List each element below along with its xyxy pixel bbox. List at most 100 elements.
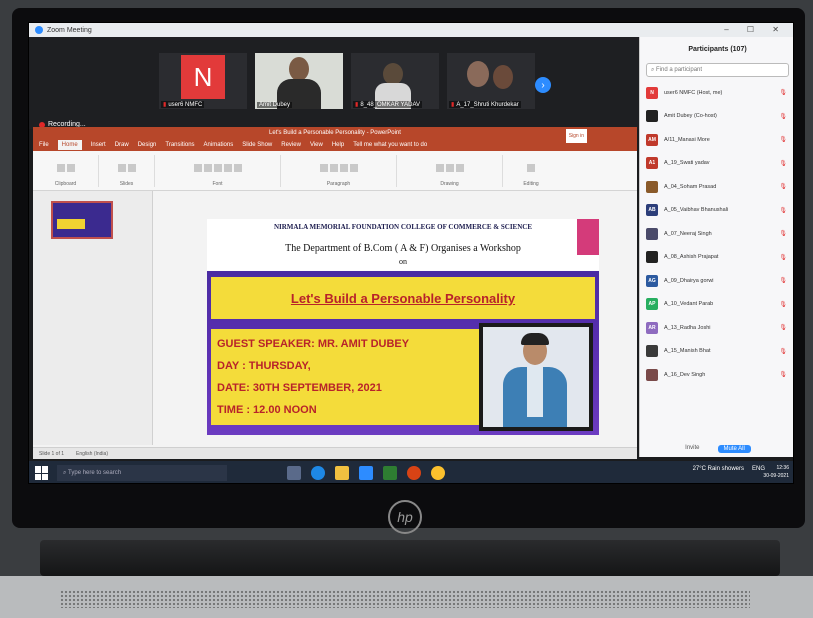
avatar: N bbox=[646, 86, 658, 99]
participant-row[interactable]: AB A_05_Vaibhav Bhanushali 🎙 bbox=[640, 199, 793, 223]
mic-muted-icon[interactable]: 🎙 bbox=[779, 160, 789, 167]
participant-row[interactable]: Amit Dubey (Co-host) 🎙 bbox=[640, 105, 793, 129]
chrome-icon[interactable] bbox=[431, 466, 445, 480]
participant-row[interactable]: AM A/11_Manasi More 🎙 bbox=[640, 128, 793, 152]
mic-muted-icon[interactable]: 🎙 bbox=[779, 254, 789, 261]
tell-me-input[interactable]: Tell me what you want to do bbox=[353, 142, 427, 148]
ribbon-group-clipboard[interactable]: Clipboard bbox=[39, 155, 99, 187]
participant-row[interactable]: A_07_Neeraj Singh 🎙 bbox=[640, 222, 793, 246]
window-controls[interactable]: – ☐ ✕ bbox=[724, 25, 787, 34]
ribbon-group-slides[interactable]: Slides bbox=[105, 155, 155, 187]
tab-animations[interactable]: Animations bbox=[204, 142, 234, 148]
task-view-icon[interactable] bbox=[287, 466, 301, 480]
mic-muted-icon[interactable]: 🎙 bbox=[779, 348, 789, 355]
search-placeholder: Type here to search bbox=[68, 470, 122, 476]
tab-slide-show[interactable]: Slide Show bbox=[242, 142, 272, 148]
mic-muted-icon: ▮ bbox=[451, 102, 455, 108]
slide-canvas[interactable]: NIRMALA MEMORIAL FOUNDATION COLLEGE OF C… bbox=[207, 219, 599, 435]
file-explorer-icon[interactable] bbox=[335, 466, 349, 480]
store-icon[interactable] bbox=[359, 466, 373, 480]
mic-muted-icon[interactable]: 🎙 bbox=[779, 136, 789, 143]
language: English (India) bbox=[76, 450, 108, 457]
participant-row[interactable]: AG A_09_Dhairya gorwi 🎙 bbox=[640, 269, 793, 293]
participant-row[interactable]: Nuser6 NMFC (Host, me) 🎙 bbox=[640, 81, 793, 105]
mute-all-button[interactable]: Mute All bbox=[717, 445, 751, 453]
mic-muted-icon[interactable]: 🎙 bbox=[779, 183, 789, 190]
participant-row[interactable]: A_16_Dev Singh 🎙 bbox=[640, 363, 793, 387]
video-tile[interactable]: N ▮ user6 NMFC bbox=[159, 53, 247, 109]
participant-row[interactable]: A_15_Manish Bhat 🎙 bbox=[640, 340, 793, 364]
next-page-button[interactable]: › bbox=[535, 77, 551, 93]
laptop-hinge bbox=[40, 540, 780, 576]
tab-help[interactable]: Help bbox=[332, 142, 344, 148]
avatar: N bbox=[181, 55, 225, 99]
taskbar-search-input[interactable]: ⌕ Type here to search bbox=[57, 465, 227, 481]
event-details: GUEST SPEAKER: MR. AMIT DUBEY DAY : THUR… bbox=[211, 329, 479, 425]
video-tile[interactable]: ▮ A_17_Shruti Khurdekar bbox=[447, 53, 535, 109]
mic-muted-icon[interactable]: 🎙 bbox=[779, 207, 789, 214]
mic-muted-icon[interactable]: 🎙 bbox=[779, 324, 789, 331]
mic-muted-icon: ▮ bbox=[355, 102, 359, 108]
participant-row[interactable]: A_04_Soham Prasad 🎙 bbox=[640, 175, 793, 199]
windows-start-icon[interactable] bbox=[35, 466, 49, 480]
mic-muted-icon[interactable]: 🎙 bbox=[779, 301, 789, 308]
mic-muted-icon[interactable]: 🎙 bbox=[779, 230, 789, 237]
participant-name: A_13_Radha Joshi bbox=[664, 324, 711, 331]
mic-muted-icon[interactable]: 🎙 bbox=[779, 371, 789, 378]
participant-name: A_09_Dhairya gorwi bbox=[664, 277, 714, 284]
participant-row[interactable]: AR A_13_Radha Joshi 🎙 bbox=[640, 316, 793, 340]
edge-icon[interactable] bbox=[311, 466, 325, 480]
event-date: DATE: 30TH SEPTEMBER, 2021 bbox=[217, 382, 382, 394]
ribbon-group-font[interactable]: Font bbox=[161, 155, 281, 187]
participant-row[interactable]: A_08_Ashish Prajapat 🎙 bbox=[640, 246, 793, 270]
participant-name: A_16_Dev Singh bbox=[664, 371, 706, 378]
tab-file[interactable]: File bbox=[39, 142, 49, 148]
slide-thumbnail[interactable] bbox=[51, 201, 113, 239]
participant-name: user6 NMFC (Host, me) bbox=[664, 89, 723, 96]
college-name: NIRMALA MEMORIAL FOUNDATION COLLEGE OF C… bbox=[273, 223, 533, 231]
workshop-title: Let's Build a Personable Personality bbox=[290, 291, 516, 306]
mic-muted-icon[interactable]: 🎙 bbox=[779, 277, 789, 284]
tab-transitions[interactable]: Transitions bbox=[165, 142, 194, 148]
speaker-grill bbox=[60, 590, 750, 608]
mic-muted-icon[interactable]: 🎙 bbox=[779, 89, 789, 96]
avatar: AP bbox=[646, 298, 658, 311]
participant-search-input[interactable]: ⌕ Find a participant bbox=[646, 63, 789, 77]
tab-review[interactable]: Review bbox=[281, 142, 301, 148]
participant-name: A_08_Ashish Prajapat bbox=[664, 254, 719, 261]
video-tile[interactable]: Amit Dubey bbox=[255, 53, 343, 109]
invite-button[interactable]: Invite bbox=[685, 445, 699, 453]
ribbon-group-paragraph[interactable]: Paragraph bbox=[287, 155, 397, 187]
person-head bbox=[467, 61, 489, 87]
participant-row[interactable]: A1 A_19_Swati yadav 🎙 bbox=[640, 152, 793, 176]
ribbon: Clipboard Slides Font Paragraph Drawing … bbox=[33, 151, 637, 191]
slide-thumbnail-pane bbox=[33, 191, 153, 445]
participant-row[interactable]: AP A_10_Vedant Parab 🎙 bbox=[640, 293, 793, 317]
powerpoint-icon[interactable] bbox=[407, 466, 421, 480]
participant-name: A_07_Neeraj Singh bbox=[664, 230, 712, 237]
ribbon-group-editing[interactable]: Editing bbox=[509, 155, 559, 187]
person-head bbox=[493, 65, 513, 89]
screen: Zoom Meeting – ☐ ✕ N ▮ user6 NMFC Amit Du… bbox=[28, 22, 794, 484]
ppt-title-bar: Let's Build a Personable Personality - P… bbox=[33, 127, 637, 143]
tab-view[interactable]: View bbox=[310, 142, 323, 148]
on-text: on bbox=[399, 257, 407, 266]
ribbon-group-drawing[interactable]: Drawing bbox=[403, 155, 503, 187]
avatar bbox=[646, 251, 658, 264]
excel-icon[interactable] bbox=[383, 466, 397, 480]
signin-button[interactable]: Sign in bbox=[565, 129, 587, 143]
avatar: AB bbox=[646, 204, 658, 217]
mic-muted-icon[interactable]: 🎙 bbox=[779, 113, 789, 120]
event-time: TIME : 12.00 NOON bbox=[217, 404, 317, 416]
clock[interactable]: 12:36 30-09-2021 bbox=[763, 464, 789, 480]
clock-time: 12:36 bbox=[776, 465, 789, 471]
slide-counter: Slide 1 of 1 bbox=[39, 450, 65, 457]
video-tile[interactable]: ▮ 8_48_OMKAR YADAV bbox=[351, 53, 439, 109]
windows-taskbar: ⌕ Type here to search 27°C Rain showers … bbox=[29, 461, 793, 483]
tab-home[interactable]: Home bbox=[57, 140, 82, 150]
tab-insert[interactable]: Insert bbox=[91, 142, 106, 148]
tab-draw[interactable]: Draw bbox=[115, 142, 129, 148]
weather-widget[interactable]: 27°C Rain showers bbox=[693, 466, 744, 472]
tab-design[interactable]: Design bbox=[138, 142, 157, 148]
person-head bbox=[289, 57, 309, 81]
